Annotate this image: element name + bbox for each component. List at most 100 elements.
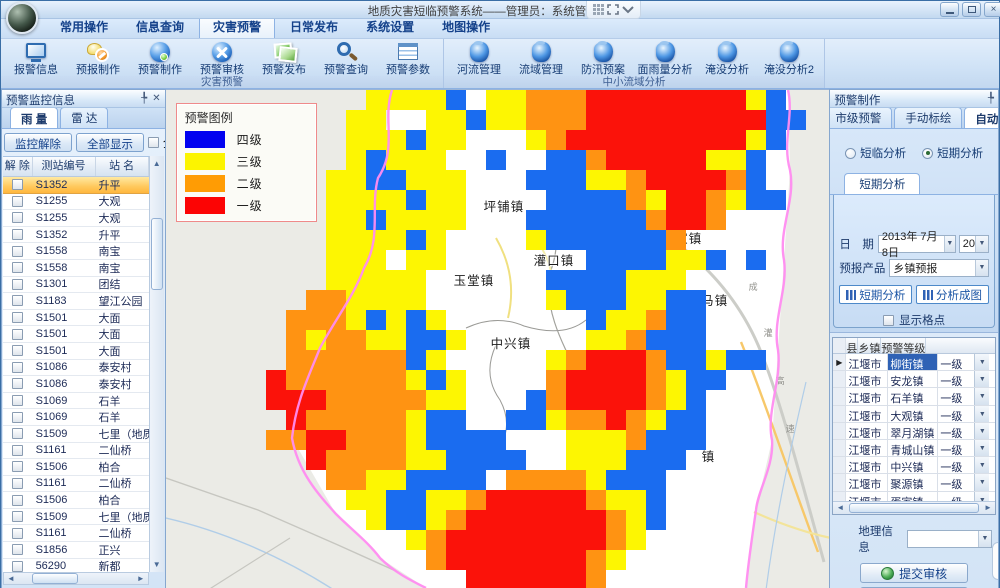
station-remove-checkbox[interactable] bbox=[12, 196, 23, 207]
level-dropdown-arrow-icon[interactable]: ▼ bbox=[974, 371, 989, 387]
ribbon-button[interactable]: 预警审核 bbox=[191, 40, 253, 76]
level-dropdown-arrow-icon[interactable]: ▼ bbox=[974, 388, 989, 404]
town-row[interactable]: 江堰市安龙镇一级▼ bbox=[833, 371, 995, 388]
station-remove-checkbox[interactable] bbox=[12, 312, 23, 323]
scroll-left-icon[interactable]: ◄ bbox=[833, 502, 847, 514]
scroll-right-icon[interactable]: ► bbox=[981, 502, 995, 514]
station-row[interactable]: S1501大面 bbox=[3, 310, 149, 327]
station-row[interactable]: S1161二仙桥 bbox=[3, 443, 149, 460]
warning-tab[interactable]: 市级预警 bbox=[830, 108, 892, 128]
minimize-button[interactable] bbox=[940, 2, 959, 17]
station-remove-checkbox[interactable] bbox=[12, 362, 23, 373]
ribbon-button[interactable]: 防汛预案 bbox=[572, 40, 634, 76]
monitor-action-button[interactable]: 监控解除 bbox=[4, 133, 72, 152]
select-all-checkbox[interactable] bbox=[148, 137, 159, 148]
station-row[interactable]: S1506柏合 bbox=[3, 459, 149, 476]
chevron-down-icon[interactable] bbox=[622, 6, 634, 14]
station-row[interactable]: S1183望江公园 bbox=[3, 293, 149, 310]
station-remove-checkbox[interactable] bbox=[12, 279, 23, 290]
level-dropdown-arrow-icon[interactable]: ▼ bbox=[974, 474, 989, 490]
station-row[interactable]: S1255大观 bbox=[3, 194, 149, 211]
town-row[interactable]: 江堰市石羊镇一级▼ bbox=[833, 388, 995, 405]
station-remove-checkbox[interactable] bbox=[12, 428, 23, 439]
ribbon-button[interactable]: 河流管理 bbox=[448, 40, 510, 76]
hscroll-thumb[interactable] bbox=[32, 573, 78, 584]
ribbon-button[interactable]: 预警制作 bbox=[129, 40, 191, 76]
station-row[interactable]: S1509七里（地质灾 bbox=[3, 509, 149, 526]
dropdown-arrow-icon[interactable]: ▼ bbox=[975, 236, 988, 252]
station-row[interactable]: S1501大面 bbox=[3, 326, 149, 343]
station-remove-checkbox[interactable] bbox=[12, 511, 23, 522]
station-remove-checkbox[interactable] bbox=[12, 246, 23, 257]
ribbon-button[interactable]: 流域管理 bbox=[510, 40, 572, 76]
station-table-hscrollbar[interactable]: ◄ ► bbox=[3, 572, 149, 585]
town-table-hscrollbar[interactable]: ◄ ► bbox=[833, 501, 995, 514]
station-row[interactable]: S1501大面 bbox=[3, 343, 149, 360]
station-remove-checkbox[interactable] bbox=[12, 561, 23, 572]
warning-tab[interactable]: 手动标绘 bbox=[894, 108, 962, 128]
analysis-mode-radio[interactable]: 短临分析 bbox=[845, 145, 906, 161]
station-remove-checkbox[interactable] bbox=[12, 345, 23, 356]
maximize-button[interactable] bbox=[962, 2, 981, 17]
ribbon-button[interactable]: 预报制作 bbox=[67, 40, 129, 76]
station-remove-checkbox[interactable] bbox=[12, 445, 23, 456]
town-row[interactable]: 江堰市大观镇一级▼ bbox=[833, 406, 995, 423]
station-row[interactable]: S1086泰安村 bbox=[3, 376, 149, 393]
analysis-run-button[interactable]: 短期分析 bbox=[839, 285, 912, 304]
station-row[interactable]: S1509七里（地质灾 bbox=[3, 426, 149, 443]
analysis-mode-radio[interactable]: 短期分析 bbox=[922, 145, 983, 161]
station-remove-checkbox[interactable] bbox=[12, 212, 23, 223]
geo-info-combobox[interactable]: ▼ bbox=[907, 530, 992, 548]
ribbon-button[interactable]: 报警信息 bbox=[5, 40, 67, 76]
map-view[interactable]: 坪铺镇灌口镇玉堂镇中兴镇胥家镇天马镇镇成灌高速 预警图例 四级三级二级一级 bbox=[166, 89, 830, 588]
dropdown-arrow-icon[interactable]: ▼ bbox=[978, 531, 991, 547]
station-remove-checkbox[interactable] bbox=[12, 395, 23, 406]
level-dropdown-arrow-icon[interactable]: ▼ bbox=[974, 457, 989, 473]
station-remove-checkbox[interactable] bbox=[12, 262, 23, 273]
station-row[interactable]: S1506柏合 bbox=[3, 492, 149, 509]
station-row[interactable]: S1558南宝 bbox=[3, 243, 149, 260]
dropdown-arrow-icon[interactable]: ▼ bbox=[975, 260, 988, 276]
ribbon-button[interactable]: 面雨量分析 bbox=[634, 40, 696, 76]
level-dropdown-arrow-icon[interactable]: ▼ bbox=[974, 440, 989, 456]
station-remove-checkbox[interactable] bbox=[12, 461, 23, 472]
vscroll-thumb[interactable] bbox=[151, 218, 163, 290]
station-row[interactable]: S1161二仙桥 bbox=[3, 525, 149, 542]
submit-review-button[interactable]: 提交审核 bbox=[860, 563, 968, 583]
town-row[interactable]: 江堰市翠月湖镇一级▼ bbox=[833, 423, 995, 440]
hscroll-thumb[interactable] bbox=[849, 503, 979, 513]
ribbon-button[interactable]: 预警查询 bbox=[315, 40, 377, 76]
monitor-tab[interactable]: 雷 达 bbox=[60, 108, 108, 128]
station-row[interactable]: S1069石羊 bbox=[3, 393, 149, 410]
station-row[interactable]: S1352升平 bbox=[3, 227, 149, 244]
town-row[interactable]: 江堰市聚源镇一级▼ bbox=[833, 474, 995, 491]
panel-close-icon[interactable]: ✕ bbox=[152, 92, 160, 105]
date-combobox[interactable]: 2013年 7月 8日 ▼ bbox=[878, 235, 956, 253]
dropdown-arrow-icon[interactable]: ▼ bbox=[944, 236, 955, 252]
grid-icon[interactable] bbox=[593, 4, 604, 15]
station-row[interactable]: 56290新都 bbox=[3, 559, 149, 572]
station-row[interactable]: S1069石羊 bbox=[3, 409, 149, 426]
station-remove-checkbox[interactable] bbox=[12, 544, 23, 555]
town-row[interactable]: ▶江堰市柳街镇一级▼ bbox=[833, 354, 995, 371]
station-remove-checkbox[interactable] bbox=[12, 528, 23, 539]
ribbon-button[interactable]: 预警参数 bbox=[377, 40, 439, 76]
town-row[interactable]: 江堰市中兴镇一级▼ bbox=[833, 457, 995, 474]
station-remove-checkbox[interactable] bbox=[12, 329, 23, 340]
scroll-up-icon[interactable]: ▲ bbox=[150, 156, 164, 171]
station-row[interactable]: S1558南宝 bbox=[3, 260, 149, 277]
station-remove-checkbox[interactable] bbox=[12, 295, 23, 306]
scroll-left-icon[interactable]: ◄ bbox=[4, 573, 18, 584]
panel-pin-icon[interactable]: ╄ bbox=[141, 92, 147, 105]
station-remove-checkbox[interactable] bbox=[12, 229, 23, 240]
station-remove-checkbox[interactable] bbox=[12, 179, 23, 190]
level-dropdown-arrow-icon[interactable]: ▼ bbox=[974, 406, 989, 422]
close-button[interactable]: × bbox=[984, 2, 1000, 17]
scroll-right-icon[interactable]: ► bbox=[134, 573, 148, 584]
ribbon-button[interactable]: 淹没分析2 bbox=[758, 40, 820, 76]
station-row[interactable]: S1301团结 bbox=[3, 277, 149, 294]
expand-icon[interactable] bbox=[607, 4, 619, 15]
ribbon-button[interactable]: 淹没分析 bbox=[696, 40, 758, 76]
station-row[interactable]: S1856正兴 bbox=[3, 542, 149, 559]
monitor-action-button[interactable]: 全部显示 bbox=[76, 133, 144, 152]
